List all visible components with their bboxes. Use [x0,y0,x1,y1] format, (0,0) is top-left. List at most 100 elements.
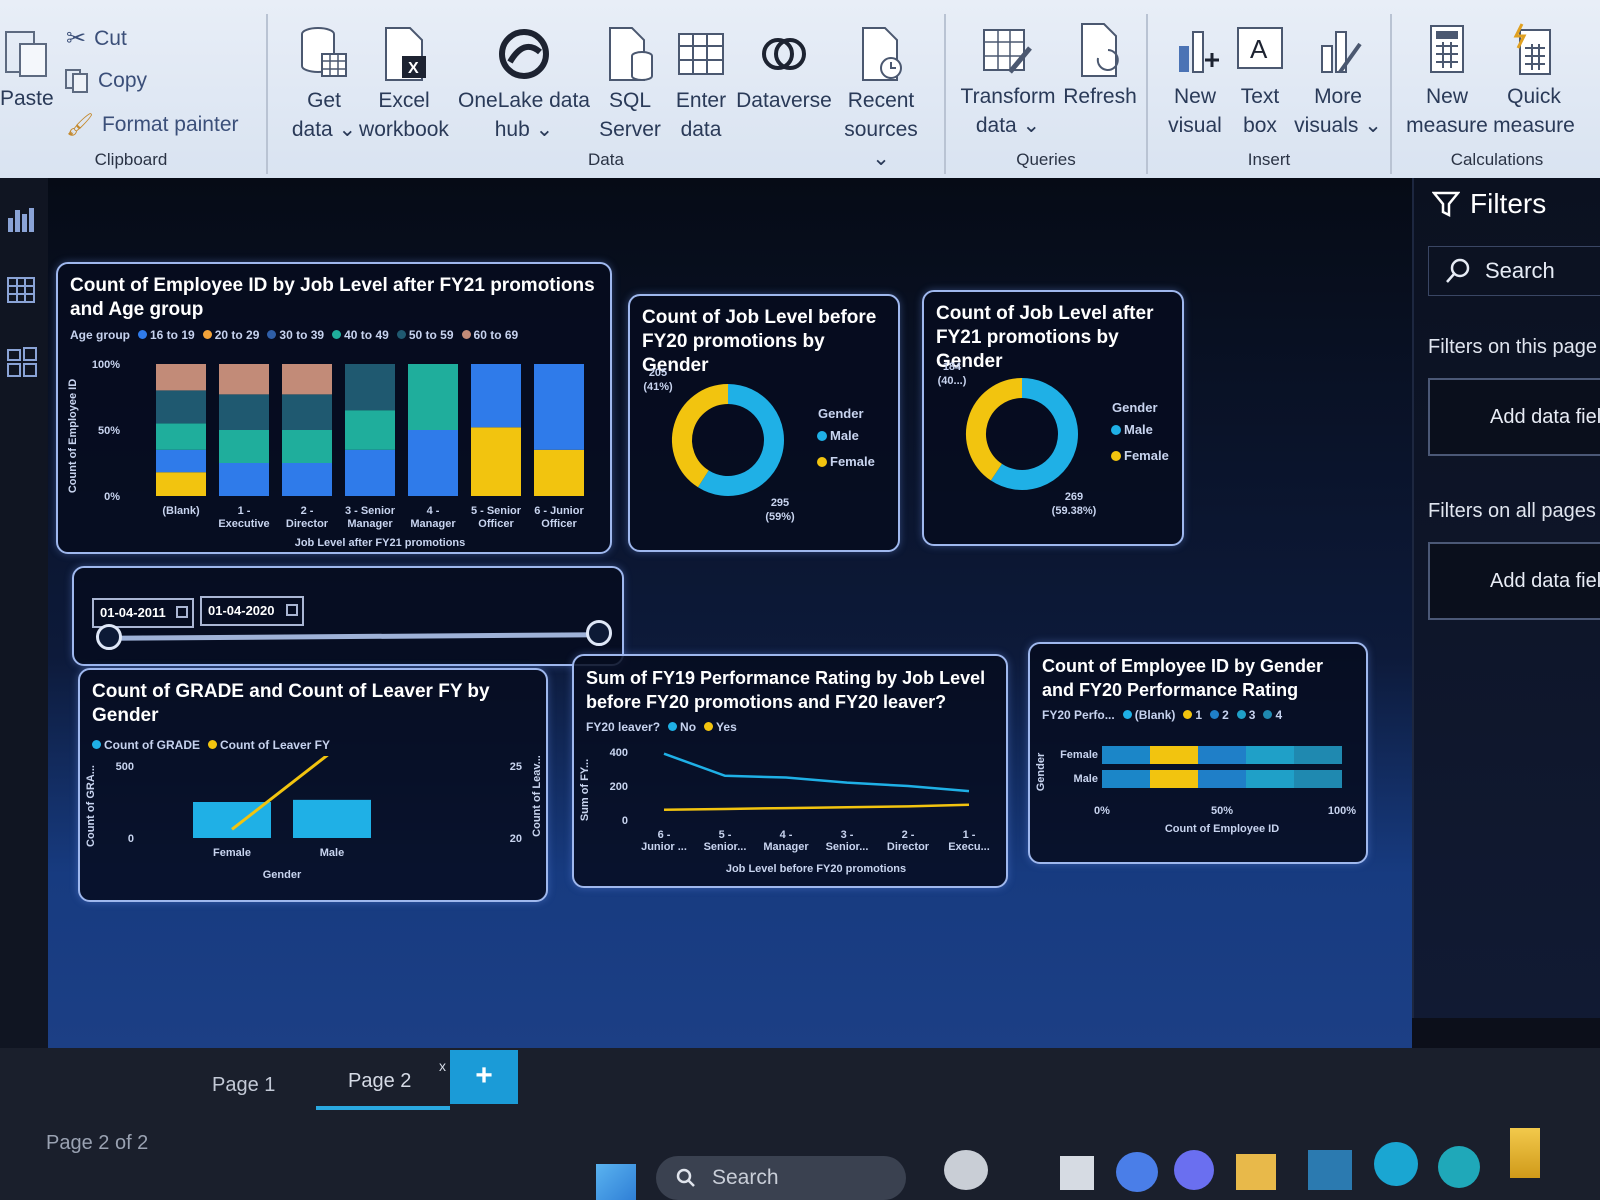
date-range-slicer[interactable]: 01-04-2011 01-04-2020 [72,566,624,666]
filters-title: Filters [1470,188,1547,219]
chat-icon[interactable] [1116,1152,1158,1192]
taskbar-search[interactable]: Search [656,1156,906,1200]
new-visual-button[interactable]: New visual [1160,22,1230,140]
calculator-icon [1430,25,1464,73]
bar-segment [282,394,332,430]
copy-button[interactable]: Copy [64,68,147,94]
gender-after-donut-card[interactable]: Count of Job Level after FY21 promotions… [922,290,1184,546]
bar-segment [1294,746,1342,764]
x-tick-label: 1 - [238,505,251,517]
new-visual-icon [1179,31,1219,73]
x-tick-label: 6 - [658,829,671,841]
power-bi-icon[interactable] [1510,1128,1540,1178]
excel-label-2: workbook [359,118,449,141]
report-view-icon[interactable] [6,204,36,234]
end-date-value: 01-04-2020 [208,603,275,618]
add-page-button[interactable]: + [450,1050,518,1104]
legend-title: FY20 Perfo... [1042,708,1115,722]
tab-page-1[interactable]: Page 1 [212,1074,275,1097]
edge-icon[interactable] [1438,1146,1480,1188]
legend-dot [668,722,678,731]
age-group-legend: Age group 16 to 19 20 to 29 30 to 39 40 to … [58,322,610,348]
legend-item: (Blank) [1122,708,1176,722]
x-tick-label: 1 - [963,829,976,841]
bar-segment [534,364,584,450]
bar-segment [1246,746,1294,764]
legend-label: (Blank) [1134,708,1176,722]
format-painter-button[interactable]: 🖌 Format painter [66,112,239,138]
transform-data-button[interactable]: Transform data ⌄ [958,22,1058,140]
get-data-button[interactable]: Get data ⌄ [284,26,364,144]
report-canvas: Count of Employee ID by Job Level after … [48,178,1412,1048]
new-measure-label-1: New [1425,85,1468,108]
donut-slice [966,378,1023,481]
gender-rating-bar-card[interactable]: Count of Employee ID by Gender and FY20 … [1028,642,1368,864]
legend-item: 2 [1210,708,1229,722]
more-visuals-button[interactable]: More visuals ⌄ [1290,22,1386,140]
help-icon[interactable] [1374,1142,1418,1186]
paste-button[interactable]: Paste [0,24,54,113]
performance-line-card[interactable]: Sum of FY19 Performance Rating by Job Le… [572,654,1008,888]
svg-text:X: X [408,60,419,77]
task-view-icon[interactable] [1060,1156,1094,1190]
gender-before-donut-card[interactable]: Count of Job Level before FY20 promotion… [628,294,900,552]
close-icon[interactable]: x [439,1058,446,1074]
legend-dot [1111,451,1121,461]
legend-dot [1183,710,1193,719]
tab-page-2[interactable]: Page 2 x [316,1058,450,1110]
widgets-icon[interactable] [944,1150,988,1190]
onelake-hub-button[interactable]: OneLake data hub ⌄ [456,26,592,144]
quick-measure-label-2: measure [1493,114,1575,137]
get-data-label-1: Get [307,89,341,112]
new-measure-button[interactable]: New measure [1402,22,1492,140]
slice-label: 184 [943,361,962,373]
quick-measure-button[interactable]: Quick measure [1484,22,1584,140]
text-box-button[interactable]: A Text box [1230,22,1290,140]
file-explorer-icon[interactable] [1236,1154,1276,1190]
y-axis-title: Gender [1035,752,1047,791]
slider-track[interactable] [109,632,601,641]
slice-label: 205 [649,367,667,379]
power-bi-app-icon[interactable] [1308,1150,1352,1190]
x-tick-label: Officer [478,518,514,530]
github-icon[interactable] [1174,1150,1214,1190]
y-axis-title: Count of Employee ID [67,379,79,493]
grade-leaver-combo-card[interactable]: Count of GRADE and Count of Leaver FY by… [78,668,548,902]
y-axis-title: Sum of FY... [579,759,591,821]
table-view-icon[interactable] [6,276,36,304]
y-tick-label: 200 [610,781,628,793]
search-placeholder: Search [1485,258,1555,283]
chevron-down-icon: ⌄ [529,118,554,141]
refresh-button[interactable]: Refresh [1058,22,1142,111]
sql-server-button[interactable]: SQL Server [594,26,666,144]
legend-label: Count of GRADE [104,738,200,752]
slider-start-handle[interactable] [96,624,122,650]
bar-segment [1150,746,1198,764]
ribbon-separator [1390,14,1392,174]
end-date-input[interactable]: 01-04-2020 [200,596,304,626]
legend-label: 16 to 19 [150,328,195,342]
model-view-icon[interactable] [6,346,38,378]
data-group: Get data ⌄ X Excel workbook OneLake data… [270,0,942,178]
legend-dot [1263,710,1273,719]
start-button[interactable] [596,1164,636,1200]
bar-segment [156,449,206,473]
legend-label: 20 to 29 [214,328,260,342]
legend-label: 60 to 69 [473,328,519,342]
onelake-label-1: OneLake data [458,89,590,112]
age-group-chart-card[interactable]: Count of Employee ID by Job Level after … [56,262,612,554]
dataverse-button[interactable]: Dataverse [736,26,832,115]
legend-label: 2 [1222,708,1229,722]
refresh-icon [1081,23,1119,77]
add-data-field-page[interactable]: Add data fiel [1428,378,1600,456]
svg-text:A: A [1250,34,1268,64]
cut-button[interactable]: ✂ Cut [66,24,127,53]
line-series [663,803,970,812]
enter-data-button[interactable]: Enter data [666,26,736,144]
taskbar: Search [560,1128,1600,1200]
leaver-legend: FY20 leaver? No Yes [574,714,1006,740]
slider-end-handle[interactable] [586,620,612,646]
excel-workbook-button[interactable]: X Excel workbook [354,26,454,144]
filters-search[interactable]: Search [1428,246,1600,296]
add-data-field-all[interactable]: Add data field [1428,542,1600,620]
